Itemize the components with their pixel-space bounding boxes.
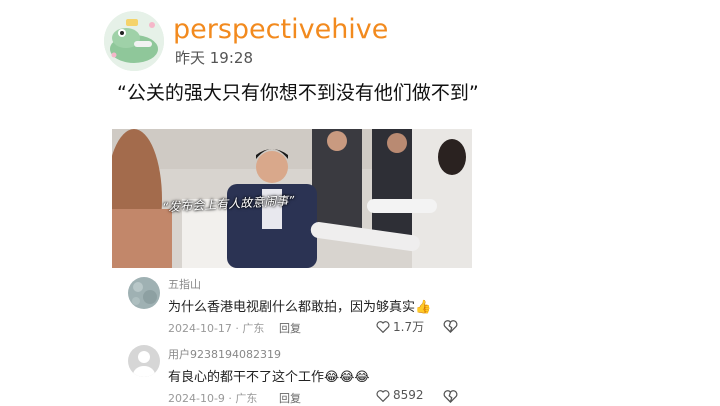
thumbs-up-emoji: 👍 [415, 300, 432, 315]
comment-text: 有良心的都干不了这个工作😂😂😂 [168, 366, 370, 385]
post-video[interactable]: “发布会上有人故意闹事” [112, 129, 472, 268]
like-count: 8592 [393, 388, 424, 402]
commenter-avatar[interactable] [128, 277, 160, 309]
like-count: 1.7万 [393, 320, 425, 334]
commenter-name[interactable]: 用户9238194082319 [168, 346, 281, 362]
heart-icon [376, 321, 390, 333]
comment-text: 为什么香港电视剧什么都敢拍，因为够真实👍 [168, 296, 431, 315]
reply-button[interactable]: 回复 [279, 390, 301, 406]
commenter-name[interactable]: 五指山 [168, 276, 201, 292]
like-button[interactable]: 1.7万 [376, 318, 424, 335]
heart-icon [376, 389, 390, 402]
comment-date: 2024-10-9 · 广东 [168, 392, 258, 405]
default-user-icon [128, 345, 160, 377]
author-username[interactable]: perspectivehive [173, 14, 388, 46]
commenter-avatar[interactable] [128, 345, 160, 377]
post-text: “公关的强大只有你想不到没有他们做不到” [117, 82, 479, 104]
author-avatar[interactable] [104, 11, 164, 71]
broken-heart-icon[interactable] [443, 319, 458, 334]
comment-body: 有良心的都干不了这个工作 [168, 370, 325, 385]
comment-body: 为什么香港电视剧什么都敢拍，因为够真实 [168, 300, 416, 315]
laughing-emoji: 😂😂😂 [324, 370, 370, 385]
like-button[interactable]: 8592 [376, 388, 424, 402]
broken-heart-icon[interactable] [443, 389, 458, 404]
reply-button[interactable]: 回复 [279, 320, 301, 336]
textured-avatar-icon [128, 277, 160, 309]
post-timestamp: 昨天 19:28 [175, 49, 253, 67]
cartoon-crocodile-icon [104, 11, 164, 71]
comment-date: 2024-10-17 · 广东 [168, 322, 265, 335]
